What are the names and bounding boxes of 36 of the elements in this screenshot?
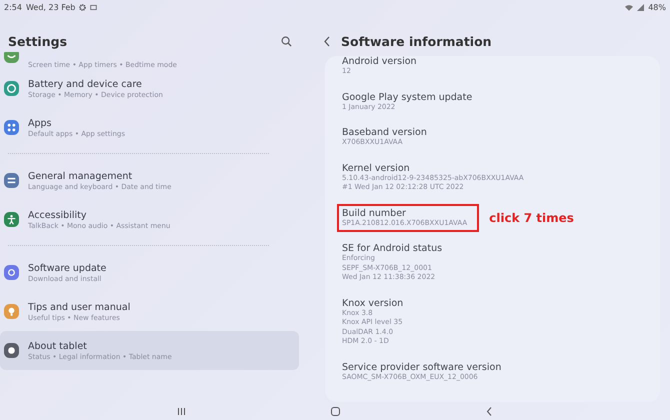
info-title: Service provider software version [342, 362, 502, 372]
info-title: Google Play system update [342, 92, 472, 102]
home-icon[interactable] [330, 406, 340, 416]
info-icon [4, 343, 19, 358]
status-time: 2:54 [4, 3, 22, 12]
page-title: Software information [341, 34, 492, 48]
recents-icon[interactable] [176, 406, 186, 416]
wifi-icon [625, 4, 634, 11]
sliders-icon [4, 173, 19, 188]
signal-icon [637, 4, 644, 11]
settings-item-title: Software update [28, 262, 106, 274]
settings-item-title: Tips and user manual [28, 302, 130, 312]
accessibility-icon [4, 212, 19, 227]
annotation-text: click 7 times [489, 210, 574, 225]
info-title: SE for Android status [342, 243, 442, 254]
gear-icon [79, 4, 86, 11]
settings-item-title: Accessibility [28, 210, 88, 220]
search-icon[interactable] [281, 36, 292, 46]
info-title: Build number [342, 208, 407, 218]
info-title: Kernel version [342, 162, 411, 174]
info-title: Android version [342, 56, 417, 67]
settings-title: Settings [8, 34, 68, 48]
settings-item-title: General management [28, 170, 134, 182]
battery-percent: 48% [648, 3, 666, 12]
grid-icon [4, 120, 19, 135]
settings-item-title: About tablet [28, 340, 88, 352]
ring-icon [4, 81, 19, 96]
info-title: Baseband version [342, 127, 427, 138]
settings-item-title: Apps [28, 118, 53, 128]
smile-icon [4, 52, 19, 63]
back-icon[interactable] [484, 406, 494, 416]
info-title: Knox version [342, 298, 404, 308]
back-icon[interactable] [323, 36, 331, 46]
settings-item-title: Battery and device care [28, 78, 143, 90]
status-date: Wed, 23 Feb [26, 3, 76, 12]
lightbulb-icon [4, 304, 19, 319]
